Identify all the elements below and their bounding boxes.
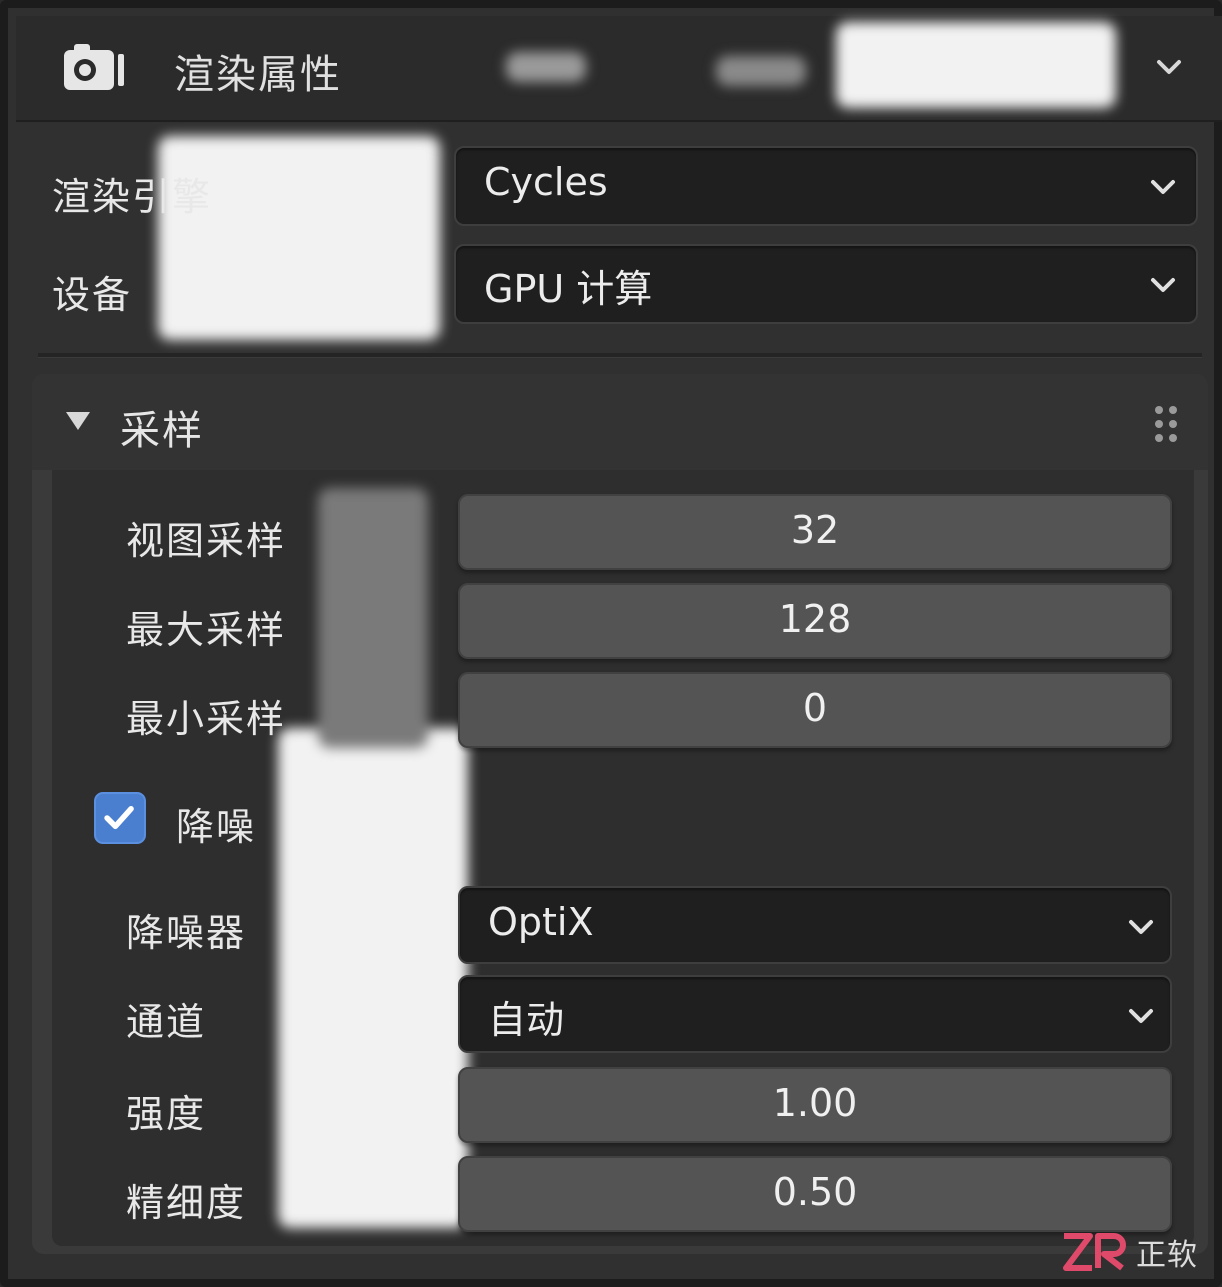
render-engine-label: 渲染引擎 bbox=[52, 175, 213, 219]
detail-value: 0.50 bbox=[772, 1170, 858, 1214]
max-samples-value: 128 bbox=[778, 597, 852, 641]
strength-field[interactable]: 1.00 bbox=[458, 1067, 1172, 1143]
min-samples-value: 0 bbox=[802, 686, 828, 730]
panel-header[interactable]: 渲染属性 bbox=[16, 16, 1222, 122]
redacted-area bbox=[318, 488, 428, 748]
viewport-samples-label: 视图采样 bbox=[126, 519, 287, 563]
max-samples-field[interactable]: 128 bbox=[458, 583, 1172, 659]
strength-label: 强度 bbox=[126, 1092, 207, 1136]
passes-value: 自动 bbox=[488, 998, 565, 1042]
chevron-down-icon[interactable] bbox=[1154, 52, 1184, 82]
min-samples-label: 最小采样 bbox=[126, 697, 287, 741]
passes-label: 通道 bbox=[126, 1000, 207, 1044]
zr-logo-icon bbox=[1063, 1233, 1126, 1271]
viewport-samples-field[interactable]: 32 bbox=[458, 494, 1172, 570]
detail-field[interactable]: 0.50 bbox=[458, 1156, 1172, 1232]
denoiser-value: OptiX bbox=[488, 900, 594, 944]
max-samples-label: 最大采样 bbox=[126, 608, 287, 652]
denoise-label[interactable]: 降噪 bbox=[176, 796, 256, 851]
denoise-checkbox[interactable] bbox=[94, 792, 146, 844]
passes-dropdown[interactable]: 自动 bbox=[458, 975, 1172, 1053]
chevron-down-icon bbox=[1129, 920, 1153, 934]
collapse-triangle-icon[interactable] bbox=[66, 412, 90, 430]
watermark-text: 正软 bbox=[1136, 1238, 1198, 1273]
denoiser-label: 降噪器 bbox=[126, 911, 247, 955]
render-engine-value: Cycles bbox=[484, 160, 608, 204]
camera-icon bbox=[64, 44, 124, 90]
chevron-down-icon bbox=[1151, 180, 1175, 194]
checkmark-icon bbox=[104, 806, 134, 830]
device-label: 设备 bbox=[52, 273, 133, 317]
sampling-title: 采样 bbox=[120, 408, 204, 454]
strength-value: 1.00 bbox=[772, 1081, 858, 1125]
redacted-area bbox=[506, 52, 586, 82]
viewport-samples-value: 32 bbox=[790, 508, 840, 552]
section-divider bbox=[38, 353, 1202, 358]
detail-label: 精细度 bbox=[126, 1181, 247, 1225]
denoiser-dropdown[interactable]: OptiX bbox=[458, 886, 1172, 964]
redacted-area bbox=[836, 22, 1116, 108]
chevron-down-icon bbox=[1129, 1009, 1153, 1023]
min-samples-field[interactable]: 0 bbox=[458, 672, 1172, 748]
chevron-down-icon bbox=[1151, 278, 1175, 292]
sampling-header[interactable] bbox=[32, 374, 1208, 470]
render-engine-dropdown[interactable]: Cycles bbox=[454, 146, 1198, 226]
redacted-area bbox=[278, 728, 468, 1228]
device-dropdown[interactable]: GPU 计算 bbox=[454, 244, 1198, 324]
render-properties-panel: 渲染属性 渲染引擎 Cycles 设备 GPU 计算 采样 视图采样 32 最大… bbox=[0, 0, 1222, 1287]
panel-title: 渲染属性 bbox=[174, 52, 342, 98]
redacted-area bbox=[716, 56, 806, 86]
drag-handle-icon[interactable] bbox=[1152, 404, 1180, 444]
device-value: GPU 计算 bbox=[484, 267, 653, 311]
